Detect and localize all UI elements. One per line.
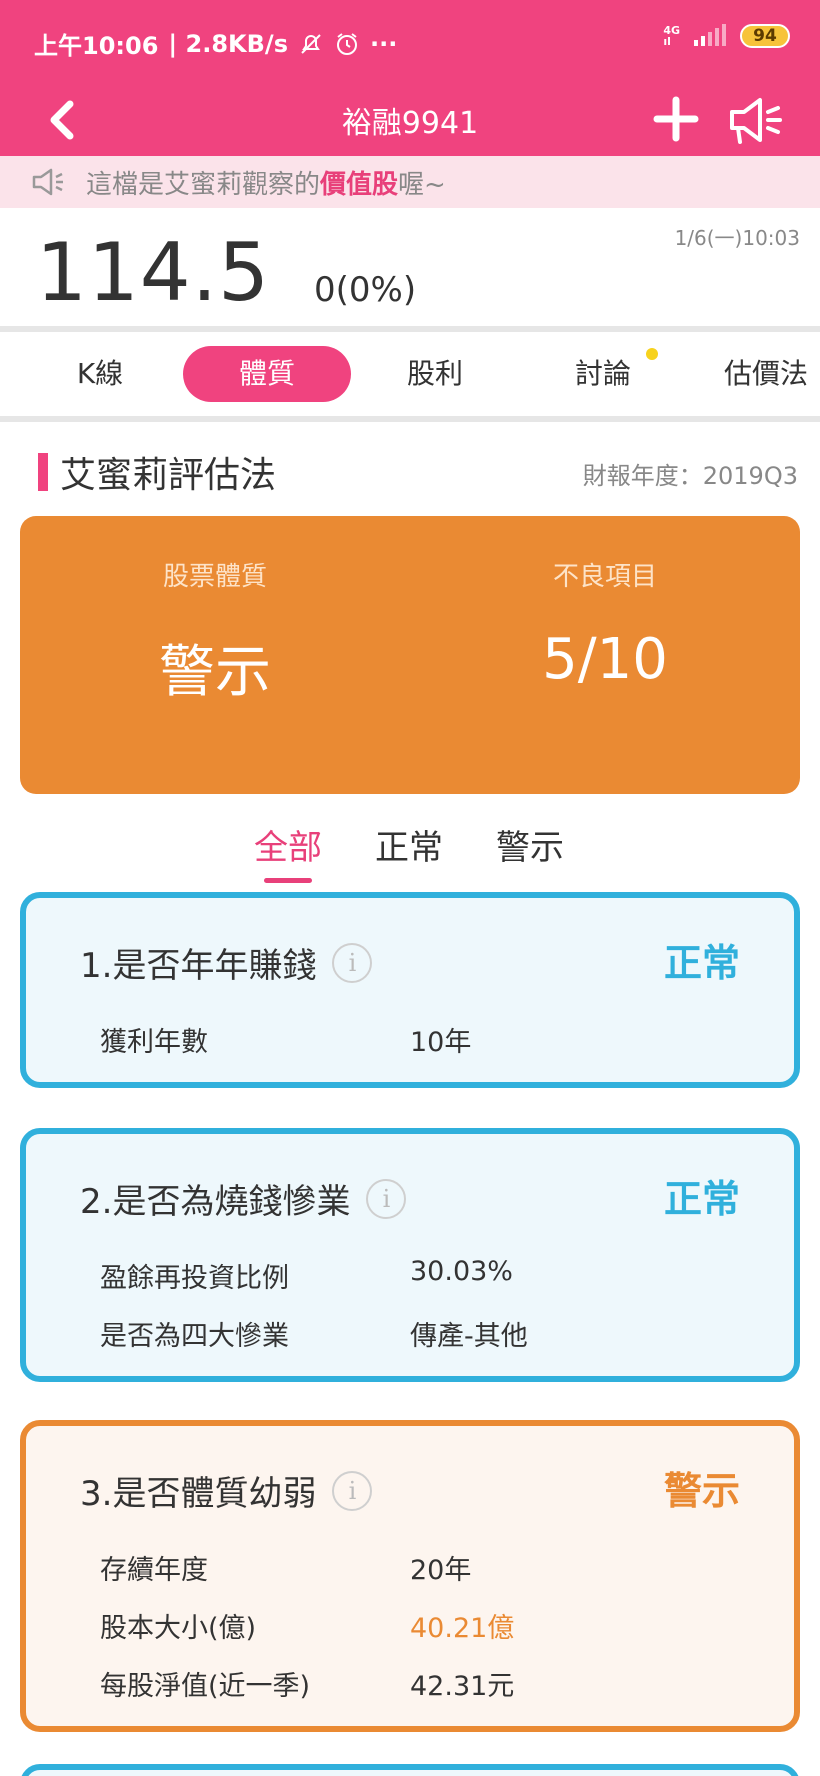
- summary-card: 股票體質 警示 不良項目 5/10: [20, 516, 800, 794]
- card-title: 2.是否為燒錢慘業 i: [80, 1174, 407, 1223]
- tab-label: 討論: [574, 357, 631, 390]
- row-value: 20年: [410, 1555, 472, 1586]
- info-icon[interactable]: i: [366, 1178, 407, 1219]
- row-key: 股本大小(億): [100, 1613, 257, 1644]
- tab-bar: K線 體質 股利 討論 估價法: [0, 332, 820, 416]
- price-change: 0(0%): [314, 270, 417, 310]
- tab-label: 體質: [238, 357, 295, 390]
- status-badge: 正常: [663, 1177, 740, 1221]
- quality-column: 股票體質 警示: [20, 556, 410, 708]
- signal-label: 4G ıl: [663, 25, 680, 47]
- filter-all[interactable]: 全部: [254, 820, 322, 883]
- quality-label: 股票體質: [162, 562, 267, 592]
- tab-dividend[interactable]: 股利: [390, 346, 480, 402]
- bad-items-column: 不良項目 5/10: [410, 556, 800, 692]
- filter-label: 全部: [254, 828, 322, 868]
- stock-price: 114.5: [36, 226, 271, 319]
- card-title: 3.是否體質幼弱 i: [80, 1466, 373, 1515]
- row-value: 30.03%: [410, 1256, 513, 1287]
- status-bar: 上午10:06 | 2.8KB/s ··· 4G ıl 94: [0, 0, 820, 84]
- card-title: 1.是否年年賺錢 i: [80, 938, 373, 987]
- tab-discussion[interactable]: 討論: [558, 346, 658, 402]
- section-title: 艾蜜莉評估法: [38, 446, 276, 498]
- tab-kline[interactable]: K線: [48, 346, 152, 402]
- divider: [0, 416, 820, 422]
- tab-valuation[interactable]: 估價法: [724, 346, 820, 402]
- row-value-highlight: 40.21億: [410, 1613, 515, 1644]
- notice-banner[interactable]: 這檔是艾蜜莉觀察的 價值股 喔~: [0, 156, 820, 208]
- criteria-card-4[interactable]: [20, 1764, 800, 1776]
- battery-level: 94: [753, 26, 777, 46]
- megaphone-icon: [32, 168, 63, 196]
- card-title-text: 1.是否年年賺錢: [80, 946, 317, 986]
- filter-label: 警示: [496, 828, 564, 868]
- network-speed: | 2.8KB/s: [168, 29, 288, 58]
- filter-normal[interactable]: 正常: [375, 820, 443, 869]
- row-key: 盈餘再投資比例: [100, 1263, 289, 1294]
- report-year: 財報年度：2019Q3: [582, 462, 798, 490]
- battery-icon: 94: [740, 24, 790, 48]
- notice-highlight: 價值股: [320, 169, 399, 200]
- tab-label: K線: [76, 357, 124, 390]
- filter-bar: 全部 正常 警示: [0, 820, 820, 883]
- row-value: 42.31元: [410, 1671, 515, 1702]
- row-key: 存續年度: [100, 1555, 208, 1586]
- mute-bell-icon: [301, 33, 321, 54]
- section-title-text: 艾蜜莉評估法: [60, 455, 277, 496]
- signal-bars-icon: [694, 24, 726, 46]
- tab-label: 股利: [406, 357, 463, 390]
- notice-prefix: 這檔是艾蜜莉觀察的: [86, 169, 321, 200]
- announcement-speaker-icon[interactable]: [724, 90, 784, 150]
- quote-panel: 114.5 0(0%) 1/6(一)10:03: [0, 208, 820, 326]
- row-value: 傳產-其他: [410, 1321, 528, 1352]
- bad-items-label: 不良項目: [552, 562, 657, 592]
- criteria-card-3[interactable]: 3.是否體質幼弱 i 警示 存續年度 20年 股本大小(億) 40.21億 每股…: [20, 1420, 800, 1732]
- status-left: 上午10:06 | 2.8KB/s ···: [34, 26, 397, 61]
- card-title-text: 3.是否體質幼弱: [80, 1474, 317, 1514]
- filter-warning[interactable]: 警示: [496, 820, 564, 869]
- row-key: 獲利年數: [100, 1027, 208, 1058]
- clock: 上午10:06: [34, 32, 159, 60]
- status-badge: 警示: [663, 1469, 740, 1513]
- notice-suffix: 喔~: [398, 169, 446, 200]
- row-key: 每股淨值(近一季): [100, 1671, 311, 1702]
- tab-quality[interactable]: 體質: [183, 346, 351, 402]
- new-badge-dot: [646, 348, 658, 360]
- quality-value: 警示: [159, 640, 271, 705]
- section-accent-bar: [38, 453, 48, 491]
- tab-label: 估價法: [724, 357, 809, 390]
- criteria-card-2[interactable]: 2.是否為燒錢慘業 i 正常 盈餘再投資比例 30.03% 是否為四大慘業 傳產…: [20, 1128, 800, 1382]
- info-icon[interactable]: i: [332, 1470, 373, 1511]
- add-watchlist-icon[interactable]: [652, 92, 700, 146]
- status-badge: 正常: [663, 941, 740, 985]
- bad-items-value: 5/10: [542, 627, 668, 692]
- quote-time: 1/6(一)10:03: [674, 226, 800, 250]
- row-key: 是否為四大慘業: [100, 1321, 289, 1352]
- signal-sub: ıl: [663, 35, 671, 48]
- row-value: 10年: [410, 1027, 472, 1058]
- more-dots-icon: ···: [369, 29, 398, 58]
- info-icon[interactable]: i: [332, 942, 373, 983]
- app-screen: 上午10:06 | 2.8KB/s ··· 4G ıl 94 裕融9941 這檔…: [0, 0, 820, 1776]
- alarm-clock-icon: [336, 32, 357, 55]
- app-header: 裕融9941: [0, 84, 820, 156]
- filter-label: 正常: [375, 828, 443, 868]
- card-title-text: 2.是否為燒錢慘業: [80, 1182, 351, 1222]
- status-right: 4G ıl 94: [663, 24, 790, 48]
- criteria-card-1[interactable]: 1.是否年年賺錢 i 正常 獲利年數 10年: [20, 892, 800, 1088]
